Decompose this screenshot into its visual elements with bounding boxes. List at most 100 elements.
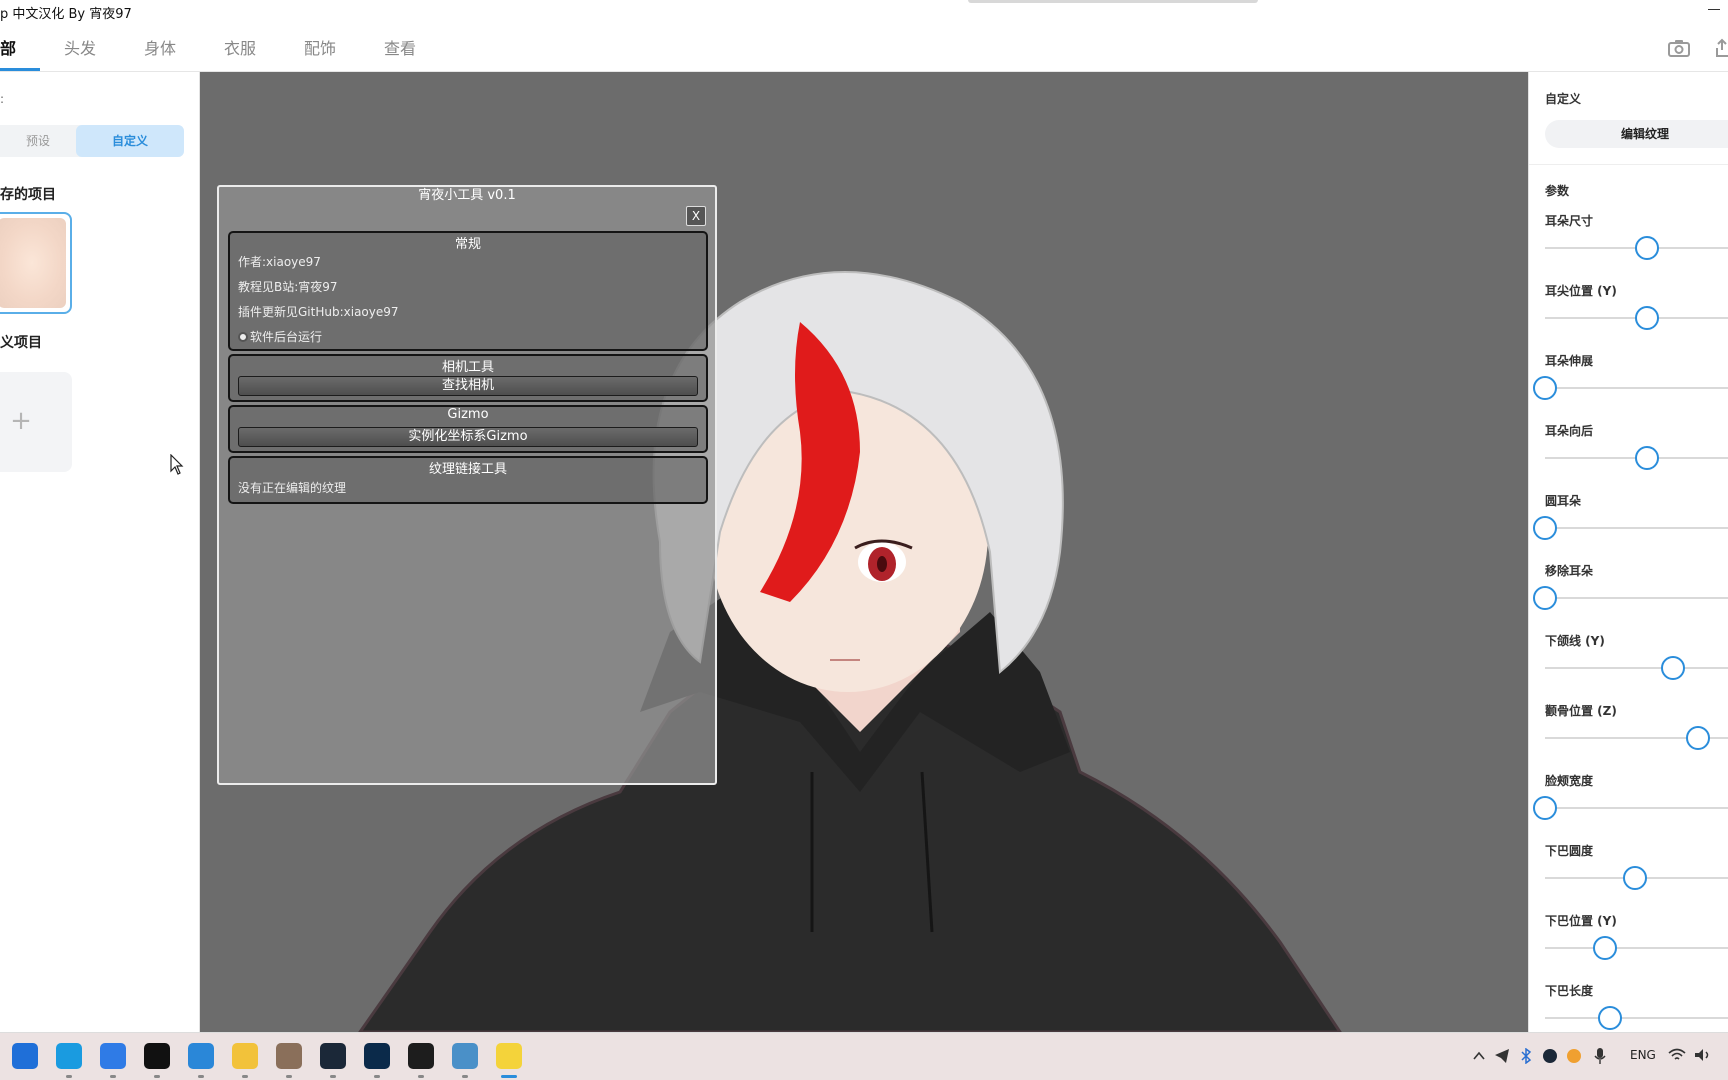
tab-view[interactable]: 查看 (384, 35, 416, 59)
slider-track[interactable] (1545, 527, 1728, 529)
steam-icon[interactable] (320, 1043, 346, 1069)
background-run-option[interactable]: 软件后台运行 (238, 328, 322, 345)
slider-knob[interactable] (1623, 866, 1648, 890)
parameter-slider[interactable] (1545, 1006, 1728, 1030)
slider-track[interactable] (1545, 807, 1728, 809)
slider-label: 耳朵向后 (1545, 424, 1594, 438)
running-indicator (198, 1075, 204, 1078)
close-button[interactable]: X (686, 206, 706, 226)
photoshop-icon[interactable] (364, 1043, 390, 1069)
input-language[interactable]: ENG (1630, 1048, 1656, 1062)
app-tray-icon[interactable] (1566, 1048, 1582, 1064)
camera-icon[interactable] (1668, 38, 1690, 58)
saved-items-heading: 存的项目 (0, 187, 56, 203)
parameter-slider[interactable] (1545, 726, 1728, 750)
slider-label: 下巴圆度 (1545, 844, 1594, 858)
slider-knob[interactable] (1533, 376, 1557, 400)
running-indicator (66, 1075, 72, 1078)
slider-knob[interactable] (1635, 236, 1659, 260)
parameter-slider[interactable] (1545, 236, 1728, 260)
qq-icon[interactable] (144, 1043, 170, 1069)
bluetooth-icon[interactable] (1520, 1048, 1532, 1064)
parameter-slider[interactable] (1533, 516, 1728, 540)
slider-knob[interactable] (1635, 446, 1659, 470)
chevron-up-icon[interactable] (1472, 1050, 1486, 1062)
slider-track[interactable] (1545, 1017, 1728, 1019)
tab-hair[interactable]: 头发 (64, 35, 96, 59)
slider-track[interactable] (1545, 667, 1728, 669)
camera-tools-heading: 相机工具 (441, 360, 494, 375)
parameter-slider[interactable] (1545, 936, 1728, 960)
minimize-icon[interactable] (1708, 9, 1720, 10)
custom-button[interactable]: 自定义 (76, 125, 184, 157)
general-heading: 常规 (454, 237, 481, 252)
tab-body[interactable]: 身体 (144, 35, 176, 59)
slider-knob[interactable] (1533, 516, 1557, 540)
tutorial-text: 教程见B站:宵夜97 (238, 280, 338, 294)
parameter-slider[interactable] (1545, 446, 1728, 470)
tab-accessories[interactable]: 配饰 (304, 35, 336, 59)
add-item-card[interactable]: + (0, 372, 72, 472)
texture-link-section: 纹理链接工具 没有正在编辑的纹理 (228, 456, 708, 504)
parameter-slider[interactable] (1533, 796, 1728, 820)
custom-section-label: 自定义 (1545, 92, 1582, 106)
game-icon[interactable] (452, 1043, 478, 1069)
slider-label: 耳朵伸展 (1545, 354, 1594, 368)
slider-label: 移除耳朵 (1545, 564, 1594, 578)
slider-knob[interactable] (1660, 656, 1685, 680)
xiaoye-tool-window: 宵夜小工具 v0.1 X 常规 作者:xiaoye97 教程见B站:宵夜97 插… (217, 185, 717, 785)
slider-knob[interactable] (1592, 936, 1617, 960)
running-indicator (110, 1075, 116, 1078)
gizmo-heading: Gizmo (447, 407, 489, 422)
todo-icon[interactable] (100, 1043, 126, 1069)
tab-face[interactable]: 部 (0, 35, 16, 59)
speaker-icon[interactable] (1694, 1048, 1712, 1062)
find-camera-button[interactable]: 查找相机 (238, 376, 698, 396)
preset-button[interactable]: 预设 (0, 125, 76, 157)
edit-texture-button[interactable]: 编辑纹理 (1545, 120, 1728, 148)
file-explorer-icon[interactable] (232, 1043, 258, 1069)
slider-knob[interactable] (1635, 306, 1659, 330)
skin-swatch (0, 218, 66, 308)
slider-label: 耳尖位置 (Y) (1545, 284, 1617, 298)
steam-tray-icon[interactable] (1542, 1048, 1558, 1064)
slider-track[interactable] (1545, 387, 1728, 389)
parameter-slider[interactable] (1545, 866, 1728, 890)
saved-item-thumbnail[interactable] (0, 212, 72, 314)
running-indicator (418, 1075, 424, 1078)
slider-knob[interactable] (1533, 796, 1557, 820)
slider-track[interactable] (1545, 597, 1728, 599)
windows-taskbar: ENG (0, 1032, 1728, 1080)
notification-edge (968, 0, 1258, 3)
parameter-slider[interactable] (1533, 586, 1728, 610)
export-icon[interactable] (1716, 38, 1728, 58)
app-icon[interactable] (496, 1043, 522, 1069)
wifi-icon[interactable] (1668, 1048, 1686, 1062)
slider-knob[interactable] (1533, 586, 1557, 610)
edge-icon[interactable] (56, 1043, 82, 1069)
telegram-icon[interactable] (408, 1043, 434, 1069)
tool-window-title: 宵夜小工具 v0.1 (418, 188, 516, 203)
divider (1529, 164, 1728, 165)
vscode-icon[interactable] (188, 1043, 214, 1069)
avatar-app-icon[interactable] (276, 1043, 302, 1069)
running-indicator (286, 1075, 292, 1078)
parameter-slider[interactable] (1533, 376, 1728, 400)
slider-knob[interactable] (1686, 726, 1710, 750)
left-panel: : 预设 自定义 存的项目 义项目 + (0, 72, 200, 1032)
slider-label: 下巴位置 (Y) (1545, 914, 1617, 928)
telegram-tray-icon[interactable] (1494, 1048, 1510, 1064)
running-indicator (374, 1075, 380, 1078)
slider-label: 下巴长度 (1545, 984, 1594, 998)
tab-clothes[interactable]: 衣服 (224, 35, 256, 59)
running-indicator (154, 1075, 160, 1078)
windows-start-icon[interactable] (12, 1043, 38, 1069)
slider-track[interactable] (1545, 947, 1728, 949)
parameter-slider[interactable] (1545, 306, 1728, 330)
background-run-radio[interactable] (238, 332, 248, 342)
update-text: 插件更新见GitHub:xiaoye97 (238, 305, 399, 319)
microphone-icon[interactable] (1594, 1047, 1606, 1065)
parameter-slider[interactable] (1545, 656, 1728, 680)
instantiate-gizmo-button[interactable]: 实例化坐标系Gizmo (238, 427, 698, 447)
slider-knob[interactable] (1597, 1006, 1622, 1030)
